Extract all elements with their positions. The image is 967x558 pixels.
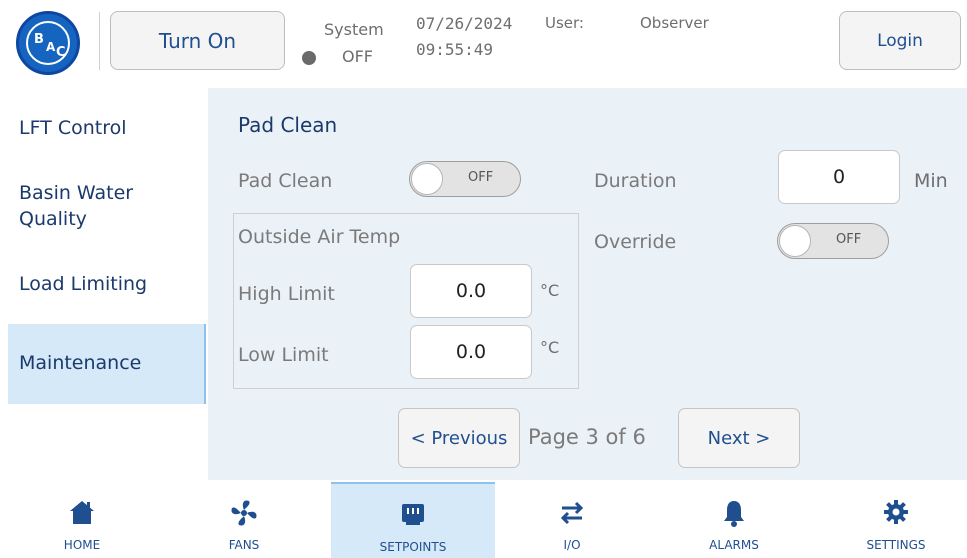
- toggle-knob: [779, 225, 811, 257]
- turn-on-button[interactable]: Turn On: [110, 11, 285, 70]
- sidebar-item-maintenance[interactable]: Maintenance: [8, 324, 206, 404]
- tab-setpoints[interactable]: SETPOINTS: [331, 482, 495, 558]
- header-divider: [99, 12, 100, 70]
- date-display: 07/26/2024: [416, 14, 513, 33]
- tab-settings[interactable]: SETTINGS: [814, 482, 967, 558]
- setpoints-icon: [331, 500, 495, 530]
- sidebar-item-lft-control[interactable]: LFT Control: [8, 104, 206, 152]
- duration-unit: Min: [914, 170, 948, 192]
- high-limit-label: High Limit: [238, 283, 335, 305]
- sidebar-item-label-line2: Quality: [19, 208, 87, 230]
- sidebar-item-load-limiting[interactable]: Load Limiting: [8, 260, 206, 308]
- system-state: OFF: [342, 47, 373, 66]
- io-arrows-icon: [490, 498, 654, 528]
- bell-icon: [652, 498, 816, 528]
- tab-label: I/O: [563, 538, 581, 552]
- high-limit-field[interactable]: 0.0: [410, 264, 532, 318]
- low-limit-field[interactable]: 0.0: [410, 325, 532, 379]
- low-limit-unit: °C: [540, 338, 560, 357]
- sidebar-item-label: Basin Water: [19, 182, 134, 204]
- gear-icon: [814, 498, 967, 528]
- home-icon: [0, 498, 164, 528]
- page-indicator: Page 3 of 6: [528, 425, 646, 449]
- tab-label: FANS: [228, 538, 260, 552]
- override-label: Override: [594, 231, 677, 253]
- logo-letter-a: A: [46, 40, 56, 54]
- logo-letter-b: B: [34, 32, 44, 47]
- duration-field[interactable]: 0: [778, 150, 900, 204]
- tab-label: ALARMS: [709, 538, 759, 552]
- logo-ring: B A C: [26, 21, 70, 65]
- tab-label: SETPOINTS: [379, 540, 447, 554]
- outside-air-temp-label: Outside Air Temp: [238, 226, 401, 248]
- tab-label: SETTINGS: [866, 538, 926, 552]
- tab-io[interactable]: I/O: [490, 482, 654, 558]
- sidebar-item-label: LFT Control: [19, 117, 127, 139]
- system-status-dot: [302, 51, 316, 65]
- duration-label: Duration: [594, 170, 677, 192]
- toggle-state-label: OFF: [468, 170, 494, 185]
- user-label: User:: [545, 14, 584, 32]
- sidebar-item-basin-water-quality[interactable]: Basin Water Quality: [8, 180, 206, 240]
- user-value: Observer: [640, 14, 709, 32]
- previous-button[interactable]: < Previous: [398, 408, 520, 468]
- tab-home[interactable]: HOME: [0, 482, 164, 558]
- fan-icon: [162, 498, 326, 528]
- toggle-knob: [411, 163, 443, 195]
- bac-logo: B A C: [16, 11, 80, 75]
- tab-alarms[interactable]: ALARMS: [652, 482, 816, 558]
- toggle-state-label: OFF: [836, 232, 862, 247]
- override-toggle[interactable]: OFF: [777, 223, 889, 259]
- tab-label: HOME: [63, 538, 101, 552]
- system-label: System: [324, 20, 384, 39]
- time-display: 09:55:49: [416, 40, 494, 59]
- pad-clean-label: Pad Clean: [238, 170, 333, 192]
- high-limit-unit: °C: [540, 281, 560, 300]
- low-limit-label: Low Limit: [238, 344, 329, 366]
- login-button[interactable]: Login: [839, 11, 961, 70]
- section-title: Pad Clean: [238, 113, 338, 137]
- tab-fans[interactable]: FANS: [162, 482, 326, 558]
- logo-letter-c: C: [56, 45, 66, 60]
- pad-clean-toggle[interactable]: OFF: [409, 161, 521, 197]
- sidebar-item-label: Load Limiting: [19, 273, 148, 295]
- sidebar-item-label: Maintenance: [19, 352, 142, 374]
- next-button[interactable]: Next >: [678, 408, 800, 468]
